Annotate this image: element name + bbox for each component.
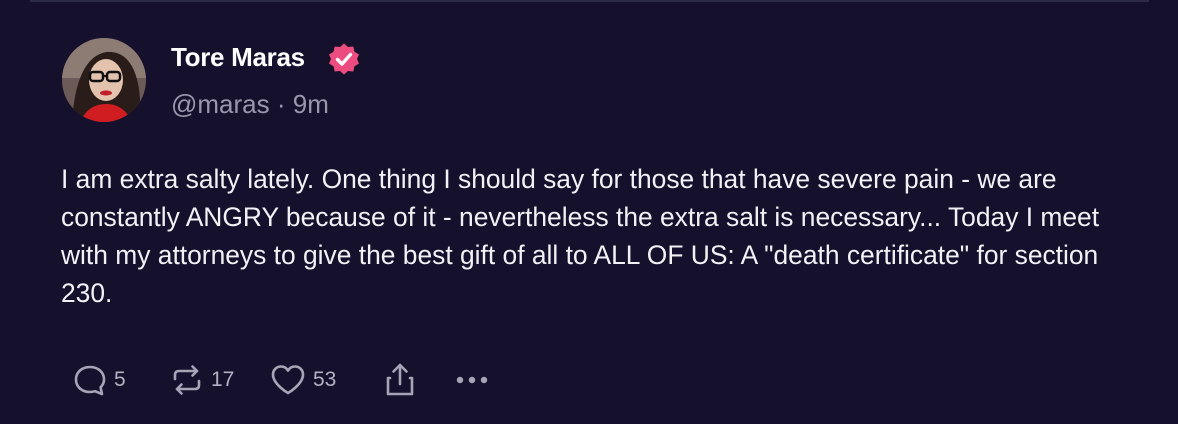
reply-count: 5 [114,368,126,391]
author-handle[interactable]: @maras [171,89,270,119]
reply-bubble-icon [72,362,108,398]
author-name[interactable]: Tore Maras [171,42,305,73]
more-dots-icon [452,362,492,398]
avatar[interactable] [62,38,146,122]
handle-row: @maras · 9m [171,89,329,120]
repost-arrows-icon [169,362,205,398]
more-options-button[interactable] [452,360,492,400]
share-upload-icon [382,361,418,399]
reply-button[interactable]: 5 [72,360,126,400]
meta-separator: · [276,89,286,119]
like-button[interactable]: 53 [269,360,336,400]
repost-count: 17 [211,368,235,391]
post-text: I am extra salty lately. One thing I sho… [61,164,1107,308]
share-button[interactable] [382,360,418,400]
post-card: Tore Maras @maras · 9m I am extra salty … [0,0,1178,424]
avatar-image [62,38,146,122]
verified-badge-icon [327,42,361,76]
heart-icon [269,362,307,398]
post-time[interactable]: 9m [293,89,329,119]
like-count: 53 [313,368,337,391]
repost-button[interactable]: 17 [169,360,234,400]
